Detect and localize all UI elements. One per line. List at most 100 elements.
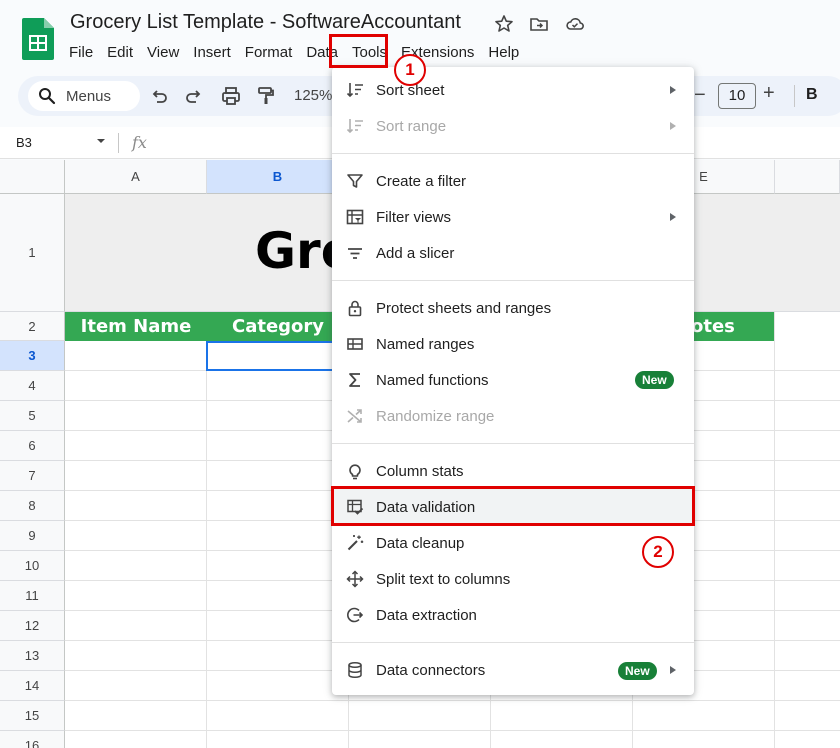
row-header-14[interactable]: 14 [0, 671, 65, 701]
document-title[interactable]: Grocery List Template - SoftwareAccounta… [70, 11, 461, 34]
row-header-7[interactable]: 7 [0, 461, 65, 491]
new-badge: New [635, 371, 674, 389]
lock-icon [348, 300, 362, 317]
header-cell-item-name[interactable]: Item Name [65, 312, 207, 341]
chevron-down-icon[interactable] [96, 136, 106, 146]
submenu-arrow-icon [670, 86, 676, 94]
header-cell-category[interactable]: Category [207, 312, 349, 341]
menu-item-label: Data cleanup [376, 534, 465, 552]
row-header-5[interactable]: 5 [0, 401, 65, 431]
menu-item-data-connectors[interactable]: Data connectors New [332, 652, 694, 688]
menu-item-label: Column stats [376, 462, 464, 480]
new-badge: New [618, 662, 657, 680]
column-header-b[interactable]: B [207, 160, 349, 194]
menu-item-label: Filter views [376, 208, 452, 226]
submenu-arrow-icon [670, 122, 676, 130]
menu-item-column-stats[interactable]: Column stats [332, 453, 694, 489]
menu-item-label: Protect sheets and ranges [376, 299, 552, 317]
submenu-arrow-icon [670, 666, 676, 674]
grid-line [65, 700, 840, 701]
row-header-9[interactable]: 9 [0, 521, 65, 551]
row-header-2[interactable]: 2 [0, 312, 65, 341]
menu-format[interactable]: Format [238, 42, 300, 63]
menu-divider [332, 642, 694, 643]
menu-item-data-cleanup[interactable]: Data cleanup [332, 525, 694, 561]
menu-item-label: Named ranges [376, 335, 475, 353]
cloud-saved-icon[interactable] [565, 14, 585, 34]
menu-item-data-extraction[interactable]: Data extraction [332, 597, 694, 633]
row-header-13[interactable]: 13 [0, 641, 65, 671]
menu-file[interactable]: File [62, 42, 100, 63]
menu-insert[interactable]: Insert [186, 42, 238, 63]
menu-edit[interactable]: Edit [100, 42, 140, 63]
menu-help[interactable]: Help [481, 42, 526, 63]
menu-item-add-slicer[interactable]: Add a slicer [332, 235, 694, 271]
bold-button[interactable]: B [806, 86, 818, 104]
menu-item-named-functions[interactable]: Named functions New [332, 362, 694, 398]
menu-item-label: Split text to columns [376, 570, 511, 588]
search-menus-button[interactable]: Menus [28, 81, 140, 111]
row-header-12[interactable]: 12 [0, 611, 65, 641]
row-header-3[interactable]: 3 [0, 341, 65, 371]
paint-format-icon[interactable] [256, 86, 276, 106]
name-box[interactable]: B3 [16, 135, 32, 150]
grid-line [65, 730, 840, 731]
formula-bar-divider [118, 133, 119, 153]
named-ranges-icon [347, 338, 363, 350]
menu-item-sort-range[interactable]: Sort range [332, 108, 694, 144]
selected-cell-b3[interactable] [206, 341, 349, 371]
menu-view[interactable]: View [140, 42, 186, 63]
annotation-highlight-data-menu [329, 34, 388, 68]
database-icon [348, 661, 362, 679]
data-menu-dropdown: Sort sheet Sort range Create a filter Fi… [332, 67, 694, 695]
sheets-logo-icon[interactable] [22, 18, 54, 60]
split-arrows-icon [346, 570, 364, 588]
menu-item-label: Randomize range [376, 407, 495, 425]
column-header-a[interactable]: A [65, 160, 207, 194]
function-icon: fx [132, 133, 147, 152]
magic-wand-icon [347, 535, 364, 551]
star-icon[interactable] [494, 14, 514, 34]
menu-bar: File Edit View Insert Format Data Tools … [62, 40, 526, 64]
menu-item-randomize-range[interactable]: Randomize range [332, 398, 694, 434]
row-header-15[interactable]: 15 [0, 701, 65, 731]
menu-item-create-filter[interactable]: Create a filter [332, 163, 694, 199]
sort-range-icon [346, 119, 363, 134]
search-icon [39, 88, 56, 105]
menu-item-protect-sheets[interactable]: Protect sheets and ranges [332, 290, 694, 326]
print-icon[interactable] [221, 86, 241, 106]
move-to-folder-icon[interactable] [529, 14, 549, 34]
google-sheets-window: Grocery List Template - SoftwareAccounta… [0, 0, 840, 748]
menu-item-named-ranges[interactable]: Named ranges [332, 326, 694, 362]
select-all-corner[interactable] [0, 160, 65, 194]
row-header-1[interactable]: 1 [0, 194, 65, 312]
submenu-arrow-icon [670, 213, 676, 221]
decrease-font-size-button[interactable]: − [694, 84, 706, 107]
row-header-4[interactable]: 4 [0, 371, 65, 401]
undo-icon[interactable] [149, 86, 169, 106]
grid-line [774, 312, 775, 748]
menu-divider [332, 153, 694, 154]
menu-item-filter-views[interactable]: Filter views [332, 199, 694, 235]
filter-views-icon [346, 209, 364, 225]
row-header-16[interactable]: 16 [0, 731, 65, 748]
increase-font-size-button[interactable]: + [763, 82, 775, 105]
redo-icon[interactable] [184, 86, 204, 106]
sort-icon [346, 83, 363, 98]
extraction-icon [347, 607, 364, 623]
font-size-input[interactable]: 10 [718, 83, 756, 109]
toolbar-divider [794, 85, 795, 107]
row-header-6[interactable]: 6 [0, 431, 65, 461]
menu-item-split-text[interactable]: Split text to columns [332, 561, 694, 597]
lightbulb-icon [349, 464, 361, 480]
row-header-10[interactable]: 10 [0, 551, 65, 581]
filter-icon [347, 174, 363, 188]
row-header-8[interactable]: 8 [0, 491, 65, 521]
shuffle-icon [347, 409, 362, 423]
menu-item-sort-sheet[interactable]: Sort sheet [332, 72, 694, 108]
menu-item-label: Create a filter [376, 172, 467, 190]
column-header-f[interactable] [775, 160, 840, 194]
row-header-11[interactable]: 11 [0, 581, 65, 611]
annotation-step-1: 1 [394, 54, 426, 86]
zoom-select[interactable]: 125% [294, 87, 332, 104]
